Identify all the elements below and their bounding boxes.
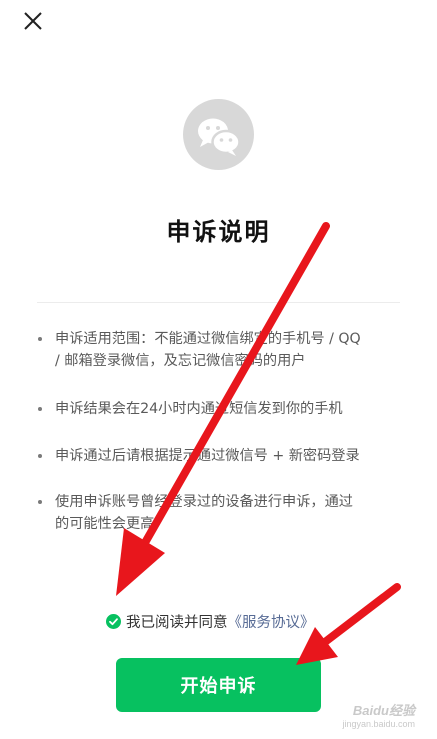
bullet-icon [38, 337, 42, 341]
divider [37, 302, 400, 303]
bullet-icon [38, 500, 42, 504]
agreement-row: 我已阅读并同意 《服务协议》 [106, 610, 315, 632]
rule-text-line: 的可能性会更高 [55, 516, 155, 532]
rule-text-line: 申诉通过后请根据提示通过微信号 + 新密码登录 [55, 448, 360, 464]
top-bar [0, 0, 437, 48]
watermark-brand: Baidu经验 [352, 703, 415, 718]
rule-item: 使用申诉账号曾经登录过的设备进行申诉，通过 的可能性会更高 [36, 491, 353, 535]
watermark-url: jingyan.baidu.com [342, 719, 415, 729]
checkmark-circle-icon [109, 617, 118, 625]
wechat-logo [183, 99, 254, 170]
watermark: Baidu经验 jingyan.baidu.com [342, 700, 415, 729]
rule-text-line: 使用申诉账号曾经登录过的设备进行申诉，通过 [55, 494, 353, 510]
rule-text-line: / 邮箱登录微信，及忘记微信密码的用户 [55, 353, 306, 369]
close-button[interactable] [20, 8, 46, 34]
close-icon [24, 12, 42, 30]
rule-text-line: 申诉结果会在24小时内通过短信发到你的手机 [55, 401, 343, 417]
agreement-checkbox[interactable] [106, 613, 121, 629]
service-agreement-link[interactable]: 《服务协议》 [228, 611, 315, 632]
bullet-icon [38, 454, 42, 458]
wechat-logo-icon [198, 118, 241, 156]
agreement-text: 我已阅读并同意 [126, 614, 228, 631]
page-title: 申诉说明 [166, 218, 271, 246]
rule-item: 申诉结果会在24小时内通过短信发到你的手机 [36, 398, 343, 420]
rule-text-line: 申诉适用范围：不能通过微信绑定的手机号 / QQ [55, 331, 361, 347]
rule-item: 申诉适用范围：不能通过微信绑定的手机号 / QQ / 邮箱登录微信，及忘记微信密… [36, 328, 361, 372]
rule-item: 申诉通过后请根据提示通过微信号 + 新密码登录 [36, 445, 360, 467]
bullet-icon [38, 407, 42, 411]
start-appeal-button[interactable]: 开始申诉 [116, 658, 321, 712]
